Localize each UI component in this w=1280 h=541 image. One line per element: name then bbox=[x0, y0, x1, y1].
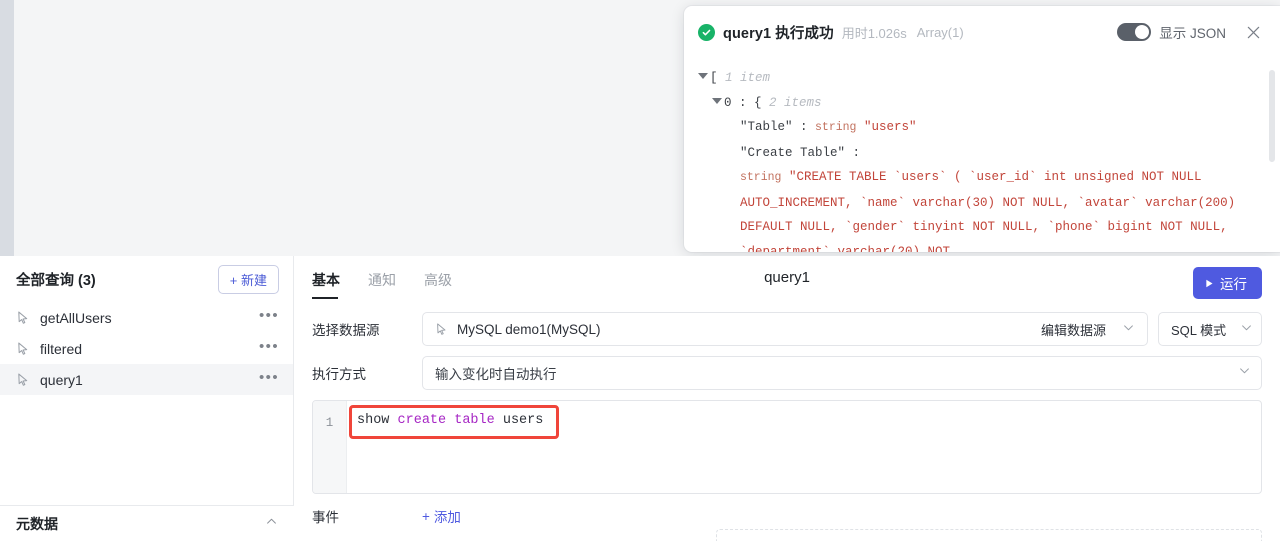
close-icon[interactable] bbox=[1242, 21, 1264, 43]
json-root-bracket: [ bbox=[710, 71, 718, 85]
chevron-down-icon[interactable] bbox=[1240, 321, 1253, 337]
app-root: query1 执行成功 用时1.026s Array(1) 显示 JSON [ … bbox=[0, 0, 1280, 541]
sql-token-show: show bbox=[357, 413, 390, 428]
sidebar-item-query1[interactable]: query1 ••• bbox=[0, 364, 293, 395]
toggle-knob bbox=[1135, 25, 1150, 39]
run-button[interactable]: 运行 bbox=[1193, 267, 1262, 299]
sidebar-header: 全部查询 (3) + 新建 bbox=[0, 256, 293, 302]
tab-advanced[interactable]: 高级 bbox=[424, 270, 452, 299]
execmode-value: 输入变化时自动执行 bbox=[435, 367, 557, 382]
editor-gutter: 1 bbox=[313, 401, 347, 493]
datasource-cursor-icon bbox=[435, 322, 449, 336]
json-child-index: 0 : { bbox=[724, 95, 762, 110]
json-field-createtable-type: string bbox=[740, 171, 782, 184]
result-shape: Array(1) bbox=[916, 24, 964, 40]
play-icon bbox=[1205, 276, 1214, 291]
sql-mode-label: SQL 模式 bbox=[1171, 322, 1227, 338]
sql-code-line: show create table users bbox=[357, 411, 543, 431]
sidebar-item-filtered[interactable]: filtered ••• bbox=[0, 333, 293, 364]
json-child-count: 2 items bbox=[769, 95, 822, 110]
sidebar-title: 全部查询 (3) bbox=[16, 272, 96, 289]
datasource-row: 选择数据源 MySQL demo1(MySQL) 编辑数据源 SQL 模式 bbox=[312, 312, 1262, 346]
json-field-table-type: string bbox=[815, 121, 857, 134]
left-rail bbox=[0, 0, 14, 256]
sql-token-space-2 bbox=[495, 413, 503, 428]
json-scrollbar[interactable] bbox=[1269, 70, 1275, 162]
check-circle-icon bbox=[698, 23, 715, 41]
json-field-table-value: "users" bbox=[863, 120, 917, 134]
query-result-panel: query1 执行成功 用时1.026s Array(1) 显示 JSON [ … bbox=[684, 6, 1280, 252]
query-cursor-icon bbox=[16, 341, 31, 356]
execmode-label: 执行方式 bbox=[312, 367, 366, 382]
sql-token-keyword: create table bbox=[397, 413, 495, 428]
query-cursor-icon bbox=[16, 372, 31, 387]
sql-editor[interactable]: 1 show create table users show create ta… bbox=[312, 400, 1262, 494]
sidebar-item-label: getAllUsers bbox=[40, 309, 112, 326]
query-form: 选择数据源 MySQL demo1(MySQL) 编辑数据源 SQL 模式 执行… bbox=[294, 304, 1280, 390]
json-field-createtable-key: "Create Table" : bbox=[740, 145, 861, 160]
run-button-label: 运行 bbox=[1220, 277, 1247, 292]
add-event-label: 添加 bbox=[433, 510, 461, 525]
chevron-down-icon[interactable] bbox=[1238, 364, 1257, 382]
edit-datasource-action[interactable]: 编辑数据源 bbox=[1041, 320, 1143, 339]
bottom-section: 全部查询 (3) + 新建 getAllUsers ••• filtered •… bbox=[0, 256, 1280, 541]
sidebar-item-menu-icon[interactable]: ••• bbox=[259, 370, 279, 389]
chevron-up-icon[interactable] bbox=[265, 515, 278, 533]
json-root-row[interactable]: [ 1 item bbox=[698, 66, 1258, 91]
sidebar-item-menu-icon[interactable]: ••• bbox=[259, 308, 279, 327]
sidebar-item-getallusers[interactable]: getAllUsers ••• bbox=[0, 302, 293, 333]
event-row: 事件 + 添加 bbox=[294, 494, 1280, 526]
new-query-button[interactable]: + 新建 bbox=[217, 264, 279, 294]
plus-icon: + bbox=[422, 508, 430, 524]
json-tree: [ 1 item 0 : { 2 items "Table" : string … bbox=[684, 58, 1280, 252]
query-cursor-icon bbox=[16, 310, 31, 325]
show-json-label: 显示 JSON bbox=[1159, 26, 1226, 41]
result-panel-header: query1 执行成功 用时1.026s Array(1) 显示 JSON bbox=[684, 6, 1280, 58]
metadata-label: 元数据 bbox=[16, 515, 58, 532]
sql-token-space-1 bbox=[389, 413, 397, 428]
result-duration: 用时1.026s bbox=[841, 25, 907, 41]
tab-notification[interactable]: 通知 bbox=[368, 270, 396, 299]
result-status-title: query1 执行成功 bbox=[723, 25, 834, 42]
sidebar-item-label: query1 bbox=[40, 371, 83, 388]
metadata-section-toggle[interactable]: 元数据 bbox=[0, 505, 294, 541]
collapse-triangle-icon[interactable] bbox=[698, 73, 708, 79]
datasource-value: MySQL demo1(MySQL) bbox=[457, 321, 601, 337]
sidebar-item-label: filtered bbox=[40, 340, 83, 357]
editor-code-area[interactable]: show create table users show create tabl… bbox=[347, 401, 1261, 493]
datasource-label: 选择数据源 bbox=[312, 323, 380, 338]
query-sidebar: 全部查询 (3) + 新建 getAllUsers ••• filtered •… bbox=[0, 256, 294, 541]
json-field-createtable-key-row: "Create Table" : bbox=[698, 141, 1258, 166]
show-json-toggle[interactable] bbox=[1117, 23, 1152, 41]
json-child-row[interactable]: 0 : { 2 items bbox=[698, 91, 1258, 116]
datasource-select[interactable]: MySQL demo1(MySQL) 编辑数据源 bbox=[422, 312, 1148, 346]
collapse-triangle-icon[interactable] bbox=[712, 97, 722, 104]
json-field-createtable-value-row: string "CREATE TABLE `users` ( `user_id`… bbox=[698, 165, 1258, 252]
add-event-button[interactable]: + 添加 bbox=[422, 506, 461, 526]
json-field-createtable-value: "CREATE TABLE `users` ( `user_id` int un… bbox=[740, 170, 1243, 252]
json-root-count: 1 item bbox=[725, 71, 771, 85]
json-field-table-key: "Table" : bbox=[740, 120, 808, 134]
sql-token-table: users bbox=[502, 413, 544, 428]
chevron-down-icon[interactable] bbox=[1122, 321, 1135, 337]
tab-basic[interactable]: 基本 bbox=[312, 270, 340, 299]
tab-bar: 基本 通知 高级 query1 运行 bbox=[294, 256, 1280, 304]
query-editor-panel: 基本 通知 高级 query1 运行 选择数据源 MySQL demo1(MyS… bbox=[294, 256, 1280, 541]
event-dropzone bbox=[716, 529, 1262, 541]
event-label: 事件 bbox=[312, 510, 339, 525]
sql-mode-select[interactable]: SQL 模式 bbox=[1158, 312, 1262, 346]
json-field-table: "Table" : string "users" bbox=[698, 115, 1258, 141]
edit-datasource-label: 编辑数据源 bbox=[1040, 322, 1106, 338]
execmode-select[interactable]: 输入变化时自动执行 bbox=[422, 356, 1262, 390]
sidebar-item-menu-icon[interactable]: ••• bbox=[259, 339, 279, 358]
execmode-row: 执行方式 输入变化时自动执行 bbox=[312, 356, 1262, 390]
